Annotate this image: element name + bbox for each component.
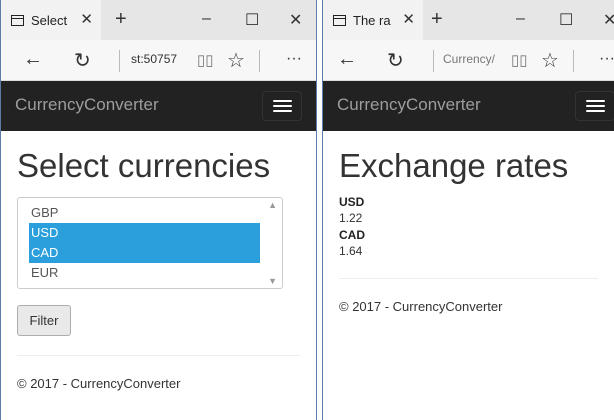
page-icon bbox=[333, 14, 346, 26]
page-title: Exchange rates bbox=[339, 147, 569, 184]
brand-link[interactable]: CurrencyConverter bbox=[15, 95, 159, 115]
divider bbox=[573, 50, 574, 72]
page-title: Select currencies bbox=[17, 147, 271, 184]
tab-rates[interactable]: The ra ✕ bbox=[323, 0, 423, 40]
favorite-star-icon[interactable]: ☆ bbox=[227, 48, 245, 73]
brand-link[interactable]: CurrencyConverter bbox=[337, 95, 481, 115]
site-navbar: CurrencyConverter bbox=[1, 81, 316, 131]
page-icon bbox=[11, 14, 24, 26]
refresh-icon[interactable]: ↻ bbox=[387, 48, 404, 73]
back-icon[interactable]: ← bbox=[23, 48, 43, 71]
minimize-icon[interactable]: – bbox=[202, 10, 211, 28]
divider bbox=[259, 50, 260, 72]
divider bbox=[17, 355, 300, 356]
option-usd[interactable]: USD bbox=[29, 223, 260, 243]
more-icon[interactable]: ··· bbox=[599, 50, 614, 68]
hamburger-icon bbox=[273, 100, 292, 102]
footer-text: © 2017 - CurrencyConverter bbox=[339, 299, 503, 314]
currency-select[interactable]: GBP USD CAD EUR ▲ ▼ bbox=[17, 197, 283, 289]
address-bar: ← ↻ st:50757 ▯▯ ☆ ··· bbox=[1, 40, 316, 81]
minimize-icon[interactable]: – bbox=[516, 10, 525, 28]
scroll-up-icon[interactable]: ▲ bbox=[268, 200, 277, 210]
rate-label-cad: CAD bbox=[339, 228, 365, 242]
divider bbox=[119, 50, 120, 72]
option-eur[interactable]: EUR bbox=[18, 263, 260, 283]
tab-select[interactable]: Select ✕ bbox=[1, 0, 101, 40]
tab-bar: The ra ✕ + – ☐ ✕ bbox=[323, 0, 614, 40]
more-icon[interactable]: ··· bbox=[286, 50, 302, 68]
filter-button[interactable]: Filter bbox=[17, 305, 71, 336]
tab-close-icon[interactable]: ✕ bbox=[80, 10, 93, 28]
option-cad[interactable]: CAD bbox=[29, 243, 260, 263]
address-bar: ← ↻ Currency/ ▯▯ ☆ ··· bbox=[323, 40, 614, 81]
reading-view-icon[interactable]: ▯▯ bbox=[511, 51, 528, 69]
divider bbox=[433, 50, 434, 72]
close-icon[interactable]: ✕ bbox=[289, 10, 302, 30]
reading-view-icon[interactable]: ▯▯ bbox=[197, 51, 214, 69]
close-icon[interactable]: ✕ bbox=[603, 10, 614, 30]
tab-title: Select bbox=[31, 12, 68, 28]
browser-window-right: The ra ✕ + – ☐ ✕ ← ↻ Currency/ ▯▯ ☆ ··· … bbox=[322, 0, 614, 420]
menu-toggle-button[interactable] bbox=[575, 91, 614, 121]
back-icon[interactable]: ← bbox=[337, 48, 357, 71]
new-tab-icon[interactable]: + bbox=[431, 8, 443, 31]
new-tab-icon[interactable]: + bbox=[115, 8, 127, 31]
favorite-star-icon[interactable]: ☆ bbox=[541, 48, 559, 73]
rate-value-usd: 1.22 bbox=[339, 211, 363, 225]
url-field[interactable]: st:50757 bbox=[131, 52, 181, 66]
url-field[interactable]: Currency/ bbox=[443, 52, 499, 66]
browser-window-left: Select ✕ + – ☐ ✕ ← ↻ st:50757 ▯▯ ☆ ··· C… bbox=[0, 0, 317, 420]
tab-close-icon[interactable]: ✕ bbox=[402, 10, 415, 28]
menu-toggle-button[interactable] bbox=[262, 91, 302, 121]
maximize-icon[interactable]: ☐ bbox=[245, 10, 259, 30]
scroll-down-icon[interactable]: ▼ bbox=[268, 276, 277, 286]
option-gbp[interactable]: GBP bbox=[18, 203, 260, 223]
rate-value-cad: 1.64 bbox=[339, 244, 363, 258]
maximize-icon[interactable]: ☐ bbox=[559, 10, 573, 30]
site-navbar: CurrencyConverter bbox=[323, 81, 614, 131]
rate-label-usd: USD bbox=[339, 195, 365, 209]
tab-title: The ra bbox=[353, 12, 391, 28]
hamburger-icon bbox=[586, 100, 605, 102]
divider bbox=[339, 278, 598, 279]
tab-bar: Select ✕ + – ☐ ✕ bbox=[1, 0, 316, 40]
footer-text: © 2017 - CurrencyConverter bbox=[17, 376, 181, 391]
refresh-icon[interactable]: ↻ bbox=[74, 48, 91, 73]
